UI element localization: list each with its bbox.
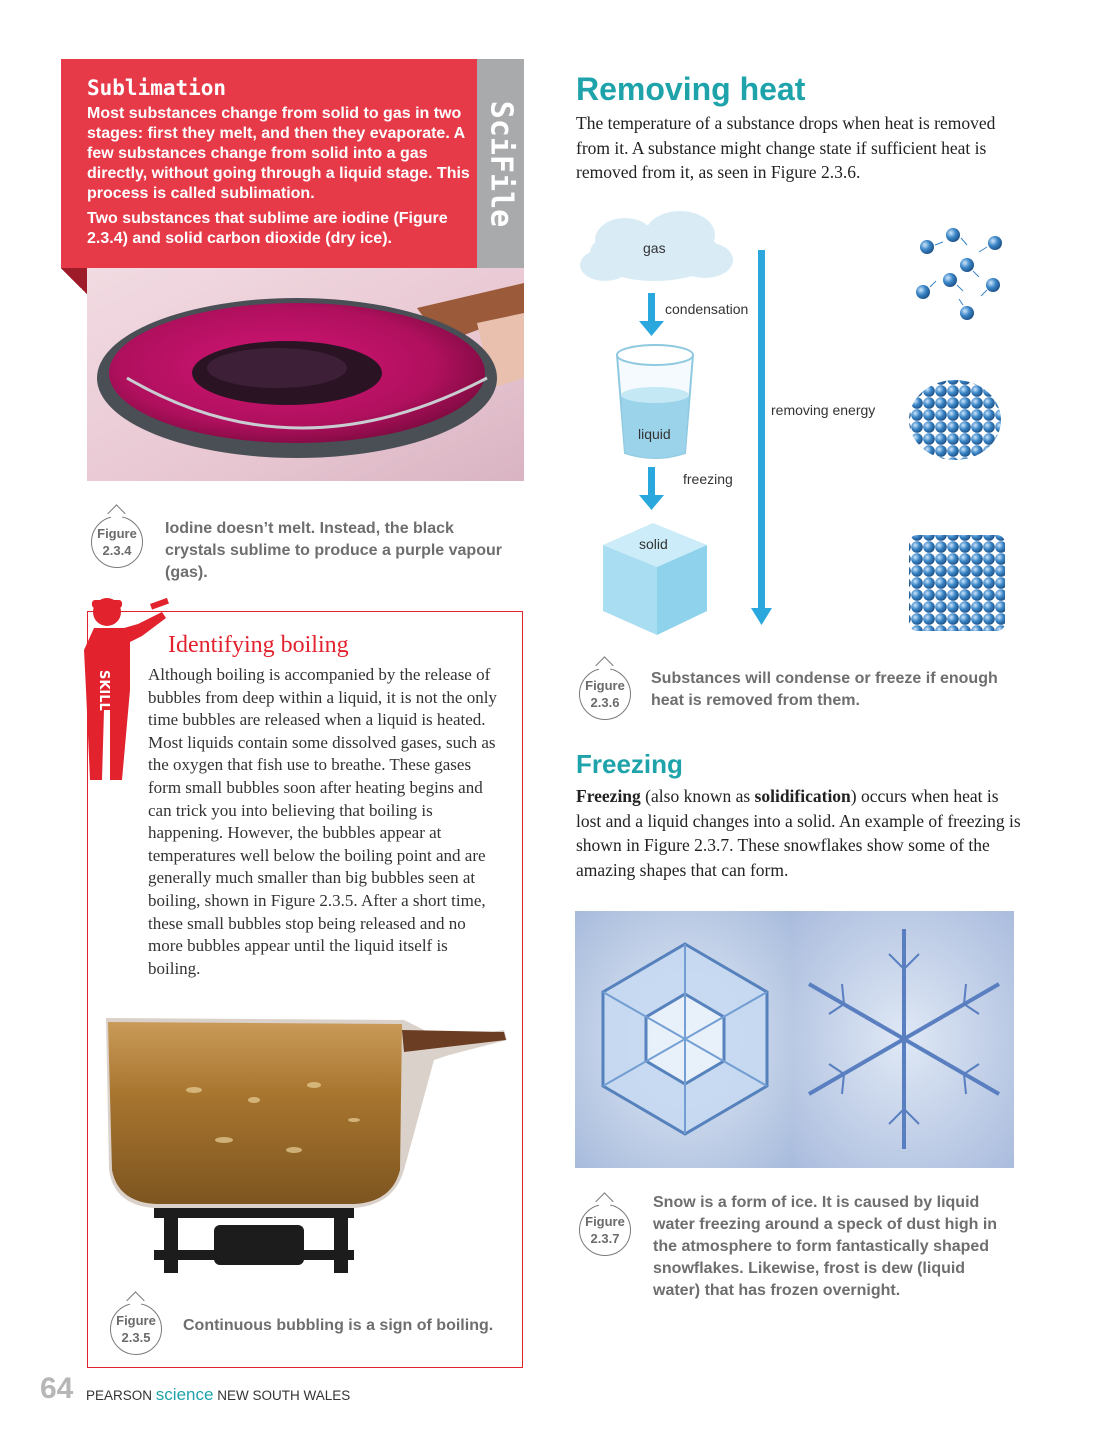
figure-2-3-5-caption: Continuous bubbling is a sign of boiling… xyxy=(183,1317,494,1334)
label-gas: gas xyxy=(643,240,666,256)
figure-2-3-6-badge: Figure 2.3.6 xyxy=(579,668,631,720)
removing-heat-text: The temperature of a substance drops whe… xyxy=(576,113,996,182)
skills-lab-title: Identifying boiling xyxy=(168,632,349,658)
figure-2-3-7-caption: Snow is a form of ice. It is caused by l… xyxy=(653,1194,998,1299)
figure-2-3-5-badge: Figure 2.3.5 xyxy=(110,1303,162,1355)
page-number: 64 xyxy=(40,1372,74,1405)
figure-number: 2.3.7 xyxy=(590,1231,620,1246)
gas-particles xyxy=(916,228,1002,320)
figure-2-3-4-badge: Figure 2.3.4 xyxy=(91,516,143,568)
removing-heat-title: Removing heat xyxy=(576,71,806,107)
figure-label: Figure xyxy=(116,1313,156,1328)
freezing-text: Freezing (also known as solidification) … xyxy=(576,786,1021,880)
label-solid: solid xyxy=(639,536,668,552)
scifile-fold xyxy=(61,268,87,294)
publisher: PEARSON xyxy=(86,1388,153,1403)
scifile-paragraph-1: Most substances change from solid to gas… xyxy=(87,105,470,202)
figure-label: Figure xyxy=(585,678,625,693)
scifile-tab-label: SciFile xyxy=(483,100,518,227)
figure-number: 2.3.4 xyxy=(102,543,132,558)
iodine-photo xyxy=(87,268,524,481)
state-change-diagram: gas condensation liquid freezing solid r… xyxy=(575,205,1035,645)
edition: NEW SOUTH WALES xyxy=(217,1388,351,1403)
removing-energy-arrow xyxy=(751,250,772,625)
scifile-paragraph-2: Two substances that sublime are iodine (… xyxy=(87,210,448,247)
figure-label: Figure xyxy=(97,526,137,541)
solid-particles xyxy=(909,535,1005,631)
skills-lab-logo-text: SKILL xyxy=(96,670,111,711)
label-liquid: liquid xyxy=(638,426,671,442)
term-freezing: Freezing xyxy=(576,786,641,806)
figure-2-3-4-caption: Iodine doesn’t melt. Instead, the black … xyxy=(165,520,502,581)
label-freezing: freezing xyxy=(683,471,733,487)
scifile-title: Sublimation xyxy=(87,76,227,100)
snowflake-photos xyxy=(575,911,1014,1168)
condensation-arrow xyxy=(639,293,664,336)
publisher-line: PEARSON science NEW SOUTH WALES xyxy=(86,1385,350,1405)
freezing-arrow xyxy=(639,467,664,510)
figure-2-3-7-badge: Figure 2.3.7 xyxy=(579,1204,631,1256)
label-condensation: condensation xyxy=(665,301,749,317)
term-solidification: solidification xyxy=(754,786,851,806)
freezing-title: Freezing xyxy=(576,749,683,779)
liquid-particles xyxy=(909,380,1001,460)
label-removing-energy: removing energy xyxy=(771,402,876,418)
scifile-tab: SciFile xyxy=(477,59,524,268)
boiling-pot-photo xyxy=(104,1010,510,1273)
figure-2-3-6-caption: Substances will condense or freeze if en… xyxy=(651,670,998,709)
skills-lab-text: Although boiling is accompanied by the r… xyxy=(148,665,497,978)
figure-label: Figure xyxy=(585,1214,625,1229)
figure-number: 2.3.6 xyxy=(590,695,620,710)
brand-science: science xyxy=(155,1385,214,1404)
figure-number: 2.3.5 xyxy=(121,1330,151,1345)
